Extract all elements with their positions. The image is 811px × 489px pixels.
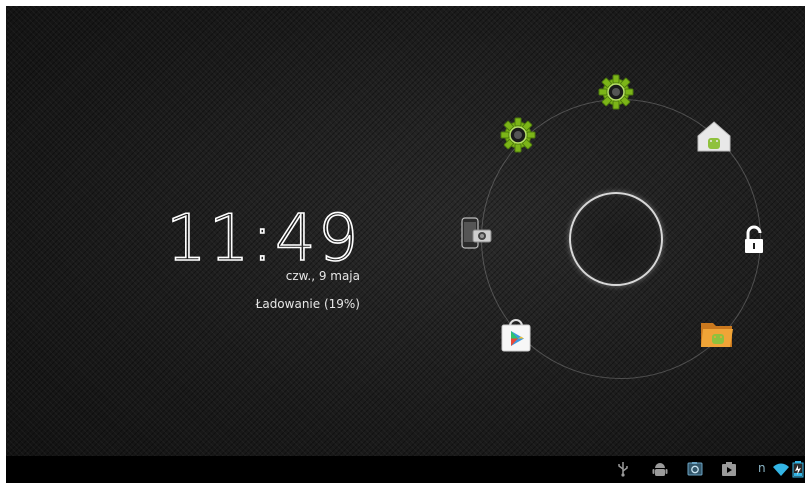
media-icon — [720, 460, 738, 478]
usb-icon — [614, 460, 632, 478]
screenshot-icon — [686, 460, 704, 478]
system-bar: n — [6, 456, 805, 483]
wifi-icon — [772, 460, 790, 478]
settings-gear-icon[interactable] — [596, 72, 636, 112]
carrier-indicator: n — [758, 461, 766, 475]
lockscreen: 11:49 czw., 9 maja Ładowanie (19%) — [6, 6, 805, 483]
home-icon[interactable] — [694, 117, 734, 157]
date-label: czw., 9 maja — [285, 269, 360, 283]
android-debug-icon — [651, 460, 669, 478]
clock-time: 11:49 — [166, 202, 360, 272]
clock-display: 11:49 — [165, 201, 360, 277]
battery-icon — [792, 460, 804, 478]
unlock-icon[interactable] — [734, 221, 774, 261]
play-store-icon[interactable] — [496, 315, 536, 355]
file-manager-icon[interactable] — [697, 313, 737, 353]
clock: 11:49 — [165, 201, 366, 277]
phone-camera-icon[interactable] — [456, 214, 496, 254]
charging-status: Ładowanie (19%) — [255, 297, 360, 311]
unlock-handle[interactable] — [569, 192, 663, 286]
settings-gear-icon[interactable] — [498, 115, 538, 155]
